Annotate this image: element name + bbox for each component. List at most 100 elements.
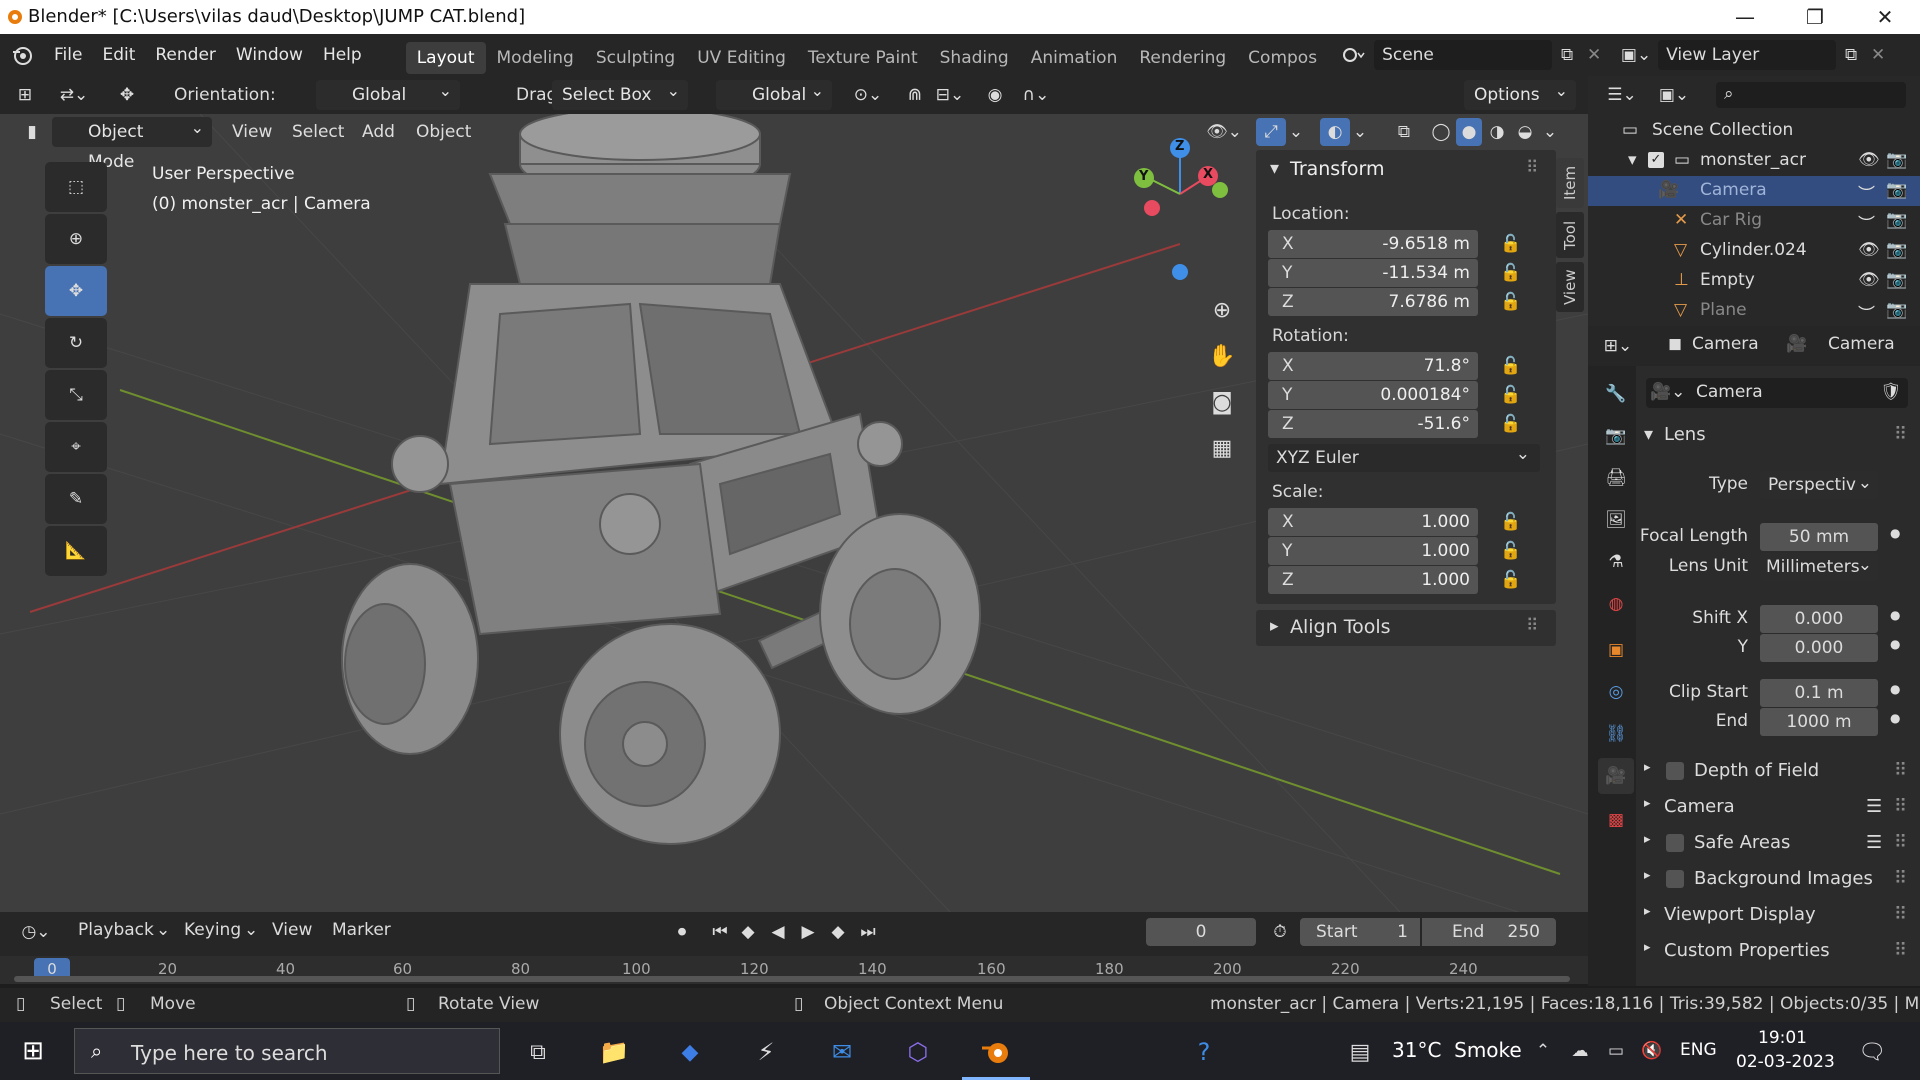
delete-scene-icon[interactable]: ✕ <box>1582 40 1606 70</box>
outliner-filter-icon[interactable]: ▣⌄ <box>1652 80 1696 110</box>
hidden-eye-icon[interactable]: ︶ <box>1858 210 1875 235</box>
tab-layout[interactable]: Layout <box>405 41 486 74</box>
taskbar-search-box[interactable]: ⌕ Type here to search <box>74 1028 500 1074</box>
orientation-dropdown[interactable]: Global <box>316 76 460 110</box>
camera-data-tab-icon[interactable]: 🎥 <box>1598 758 1634 794</box>
overlays-dropdown-icon[interactable]: ⌄ <box>1350 118 1370 146</box>
new-scene-icon[interactable]: ⧉ <box>1552 40 1582 70</box>
camera-render-icon[interactable]: 📷 <box>1886 150 1907 170</box>
clipchamp-icon[interactable]: ⬡ <box>900 1034 936 1070</box>
battery-icon[interactable]: ▭ <box>1602 1036 1630 1066</box>
rotation-x-field[interactable]: X 71.8° <box>1268 352 1478 380</box>
lock-icon[interactable]: 🔓 <box>1500 385 1522 407</box>
checkbox[interactable]: ✓ <box>1648 152 1664 168</box>
outliner-row[interactable]: ▭ Scene Collection <box>1588 116 1920 146</box>
lock-icon[interactable]: 🔓 <box>1500 512 1522 534</box>
wireframe-shading-icon[interactable]: ◯ <box>1428 118 1454 146</box>
shift-y-field[interactable]: 0.000 <box>1760 634 1878 662</box>
background-images-section[interactable]: ▸ Background Images ⠿ <box>1636 862 1920 896</box>
clip-end-field[interactable]: 1000 m <box>1760 708 1878 736</box>
outliner-row[interactable]: ▽ Plane ︶ 📷 <box>1588 296 1920 326</box>
tab-shading[interactable]: Shading <box>929 42 1020 74</box>
keyframe-dot-icon[interactable]: ● <box>1890 637 1900 651</box>
options-dropdown[interactable]: Options <box>1464 76 1576 110</box>
scale-x-field[interactable]: X 1.000 <box>1268 508 1478 536</box>
move-gizmo-icon[interactable]: ✥ <box>110 80 144 110</box>
timeline-ruler[interactable]: 0 20 40 60 80 100 120 140 160 180 200 22… <box>0 956 1588 984</box>
solid-shading-icon[interactable]: ● <box>1456 118 1482 146</box>
app-icon[interactable]: ⚡ <box>748 1034 784 1070</box>
timeline-view-menu[interactable]: View <box>272 920 312 940</box>
tab-animation[interactable]: Animation <box>1020 42 1129 74</box>
blender-taskbar-icon[interactable] <box>976 1032 1016 1072</box>
lock-icon[interactable]: 🔓 <box>1500 263 1522 285</box>
windows-start-icon[interactable]: ⊞ <box>18 1036 48 1066</box>
pivot-point-icon[interactable]: ⊙⌄ <box>846 82 890 108</box>
stopwatch-icon[interactable]: ⏱ <box>1266 918 1294 946</box>
notifications-icon[interactable]: 🗨 <box>1854 1034 1890 1070</box>
location-x-field[interactable]: X -9.6518 m <box>1268 230 1478 258</box>
eye-icon[interactable]: 👁 <box>1858 270 1880 290</box>
marker-menu[interactable]: Marker <box>332 920 391 940</box>
start-frame-field[interactable]: Start 1 <box>1300 918 1420 946</box>
shift-x-field[interactable]: 0.000 <box>1760 605 1878 633</box>
orthographic-grid-icon[interactable]: ▦ <box>1204 430 1240 466</box>
add-menu[interactable]: Add <box>362 117 395 147</box>
camera-datablock-field[interactable]: 🎥⌄ Camera 🛡 <box>1646 378 1908 408</box>
tab-item[interactable]: Item <box>1556 158 1584 208</box>
camera-render-icon[interactable]: 📷 <box>1886 240 1907 260</box>
snap-target-icon[interactable]: ⊟⌄ <box>930 82 970 108</box>
rotation-mode-dropdown[interactable]: XYZ Euler ⌄ <box>1268 444 1540 472</box>
properties-editor-type-icon[interactable]: ⊞⌄ <box>1598 332 1638 360</box>
viewport-editor-type-icon[interactable]: ▮ <box>20 118 44 146</box>
view-menu[interactable]: View <box>232 117 272 147</box>
end-frame-field[interactable]: End 250 <box>1422 918 1556 946</box>
jump-end-icon[interactable]: ⏭ <box>854 918 882 946</box>
outliner-display-mode-icon[interactable]: ☰⌄ <box>1600 80 1644 110</box>
editor-type-icon[interactable]: ⊞ <box>12 82 38 108</box>
physics-tab-icon[interactable]: ◎ <box>1598 674 1634 710</box>
location-z-field[interactable]: Z 7.6786 m <box>1268 288 1478 316</box>
move-tool-icon[interactable]: ✥ <box>45 266 107 316</box>
rotation-y-field[interactable]: Y 0.000184° <box>1268 381 1478 409</box>
transform-tool-icon[interactable]: ⌖ <box>45 422 107 472</box>
xray-icon[interactable]: ⧉ <box>1390 118 1418 146</box>
object-tab-icon[interactable]: ▣ <box>1598 632 1634 668</box>
playback-menu[interactable]: Playback <box>78 920 154 940</box>
presets-list-icon[interactable]: ☰ <box>1866 796 1882 817</box>
cursor-tool-icon[interactable]: ⊕ <box>45 214 107 264</box>
lock-icon[interactable]: 🔓 <box>1500 356 1522 378</box>
location-y-field[interactable]: Y -11.534 m <box>1268 259 1478 287</box>
next-keyframe-icon[interactable]: ◆ <box>824 918 852 946</box>
fake-user-shield-icon[interactable]: 🛡 <box>1880 382 1902 402</box>
gizmo-toggle-icon[interactable]: ⤢ <box>1256 118 1286 146</box>
constraints-tab-icon[interactable]: ⛓ <box>1598 716 1634 752</box>
scene-name-field[interactable]: Scene <box>1374 40 1553 70</box>
delete-view-layer-icon[interactable]: ✕ <box>1866 40 1890 70</box>
select-menu[interactable]: Select <box>292 117 344 147</box>
view-layer-tab-icon[interactable]: 🖼 <box>1598 502 1634 538</box>
tab-compositing[interactable]: Compos <box>1237 42 1328 74</box>
zoom-icon[interactable]: ⊕ <box>1204 292 1240 328</box>
scale-y-field[interactable]: Y 1.000 <box>1268 537 1478 565</box>
minimize-button[interactable]: — <box>1710 0 1780 34</box>
scene-selector-icon[interactable] <box>1334 40 1374 70</box>
snap-icon[interactable]: ⋒ <box>900 82 930 108</box>
checkbox[interactable] <box>1666 762 1684 780</box>
outliner-row[interactable]: ⊥ Empty 👁 📷 <box>1588 266 1920 296</box>
file-explorer-icon[interactable]: 📁 <box>596 1034 632 1070</box>
align-tools-panel[interactable]: ▸ Align Tools ⠿ <box>1256 610 1556 646</box>
lock-icon[interactable]: 🔓 <box>1500 292 1522 314</box>
language-indicator[interactable]: ENG <box>1680 1040 1717 1060</box>
weather-text[interactable]: 31°C Smoke <box>1392 1038 1522 1062</box>
menu-file[interactable]: File <box>44 34 92 76</box>
timeline-scrollbar[interactable] <box>14 976 1570 982</box>
tool-tab-icon[interactable]: 🔧 <box>1598 376 1634 412</box>
viewport-display-section[interactable]: ▸ Viewport Display ⠿ <box>1636 898 1920 932</box>
lock-icon[interactable]: 🔓 <box>1500 414 1522 436</box>
annotate-tool-icon[interactable]: ✎ <box>45 474 107 524</box>
jump-start-icon[interactable]: ⏮ <box>706 918 734 946</box>
eye-icon[interactable]: 👁 <box>1858 150 1880 170</box>
transform-collapse-icon[interactable]: ▾ <box>1270 158 1279 179</box>
drag-dropdown[interactable]: Select Box <box>552 76 688 110</box>
